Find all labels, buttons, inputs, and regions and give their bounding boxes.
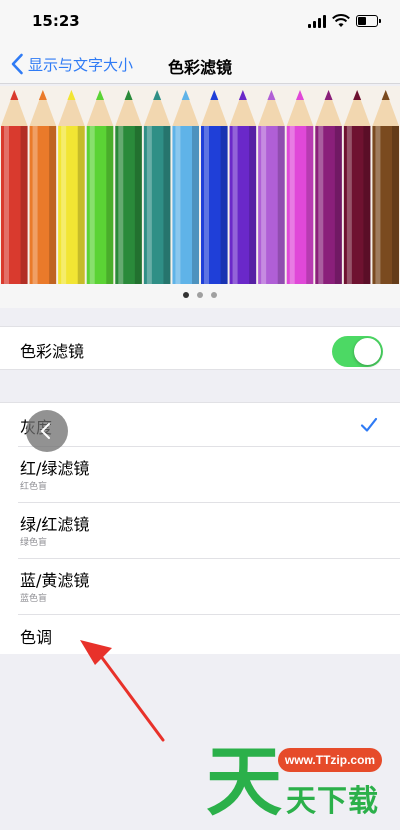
signal-bar [313, 21, 316, 28]
color-filter-toggle-row: 色彩滤镜 [0, 326, 400, 370]
filter-label: 绿/红滤镜 [20, 515, 90, 534]
back-button[interactable]: 显示与文字大小 [10, 52, 133, 76]
pencil [86, 90, 114, 284]
status-icons [308, 14, 382, 28]
filter-option-color-tint[interactable]: 色调 [0, 615, 400, 654]
filter-subtitle: 红色盲 [20, 482, 48, 492]
pencil [201, 90, 228, 284]
pencil [372, 90, 399, 284]
status-time: 15:23 [32, 12, 80, 30]
filter-label: 红/绿滤镜 [20, 459, 90, 478]
status-bar: 15:23 [0, 0, 400, 44]
pencil [143, 90, 171, 284]
pencil [286, 90, 314, 284]
battery-icon [356, 15, 378, 27]
battery-tip [379, 19, 381, 23]
battery-fill [358, 17, 366, 25]
wifi-icon [332, 14, 350, 27]
pencils-image [1, 90, 399, 284]
signal-bar [318, 18, 321, 28]
nav-bar: 显示与文字大小 色彩滤镜 [0, 44, 400, 84]
pencil [115, 90, 142, 284]
watermark-logo: 天 [206, 738, 282, 818]
signal-bar [323, 15, 326, 28]
page-dot[interactable] [197, 292, 203, 298]
page-indicator[interactable] [0, 284, 400, 308]
toggle-label: 色彩滤镜 [20, 342, 85, 361]
pencil [343, 90, 371, 284]
filter-subtitle: 绿色盲 [20, 538, 48, 548]
watermark-text: 天下载 [286, 784, 379, 819]
filter-label: 色调 [20, 628, 53, 647]
pencil [58, 90, 85, 284]
color-filter-toggle[interactable] [332, 336, 383, 367]
filter-option-red-green[interactable]: 红/绿滤镜 红色盲 [0, 447, 400, 503]
floating-back-button[interactable] [26, 410, 68, 452]
page-title: 色彩滤镜 [168, 58, 233, 77]
pencil [29, 90, 57, 284]
pencil [258, 90, 285, 284]
filter-option-blue-yellow[interactable]: 蓝/黄滤镜 蓝色盲 [0, 559, 400, 615]
signal-bar [308, 24, 311, 28]
page-dot[interactable] [183, 292, 189, 298]
watermark-url: www.TTzip.com [278, 748, 382, 772]
filter-label: 蓝/黄滤镜 [20, 571, 90, 590]
toggle-knob [354, 338, 381, 365]
svg-text:天: 天 [206, 738, 282, 818]
pencil [172, 90, 199, 284]
chevron-left-icon [41, 423, 50, 439]
chevron-left-icon [11, 53, 23, 75]
pencil [315, 90, 342, 284]
pencil [1, 90, 28, 284]
filter-option-green-red[interactable]: 绿/红滤镜 绿色盲 [0, 503, 400, 559]
pencil [229, 90, 257, 284]
back-label: 显示与文字大小 [28, 55, 134, 74]
checkmark-icon [360, 417, 378, 432]
filter-subtitle: 蓝色盲 [20, 594, 48, 604]
page-dot[interactable] [211, 292, 217, 298]
color-preview[interactable] [0, 86, 400, 284]
